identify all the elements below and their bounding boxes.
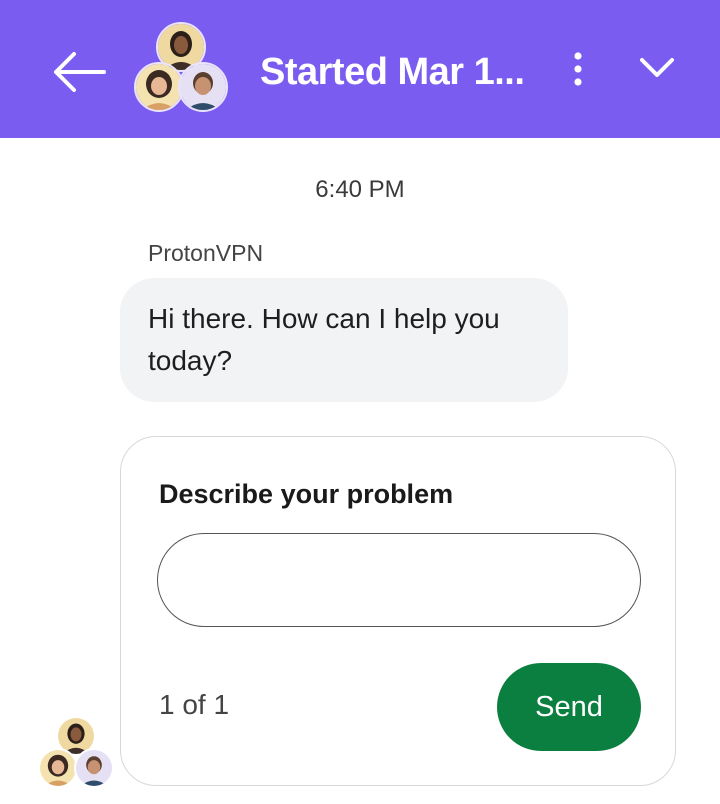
agent-avatar-right (178, 62, 228, 112)
message-bubble: Hi there. How can I help you today? (120, 278, 568, 402)
describe-problem-card: Describe your problem 1 of 1 Send (120, 436, 676, 786)
vertical-dots-icon (574, 52, 582, 86)
agent-avatar-group-small (38, 716, 114, 792)
collapse-chat-button[interactable] (630, 46, 684, 94)
sender-name: ProtonVPN (148, 240, 264, 266)
agent-avatar-left (134, 62, 184, 112)
more-options-button[interactable] (556, 46, 600, 94)
chat-header: Started Mar 1... (0, 0, 720, 138)
page-indicator: 1 of 1 (159, 689, 230, 720)
conversation-title: Started Mar 1... (260, 51, 525, 93)
back-button[interactable] (44, 44, 116, 100)
card-title: Describe your problem (159, 479, 454, 509)
send-button[interactable]: Send (497, 663, 641, 751)
arrow-left-icon (54, 52, 106, 92)
agent-avatar-group (132, 22, 228, 118)
chevron-down-icon (640, 58, 674, 77)
problem-description-input[interactable] (157, 533, 641, 627)
small-avatar-left (38, 748, 78, 788)
message-timestamp: 6:40 PM (315, 176, 405, 203)
small-avatar-right (74, 748, 114, 788)
